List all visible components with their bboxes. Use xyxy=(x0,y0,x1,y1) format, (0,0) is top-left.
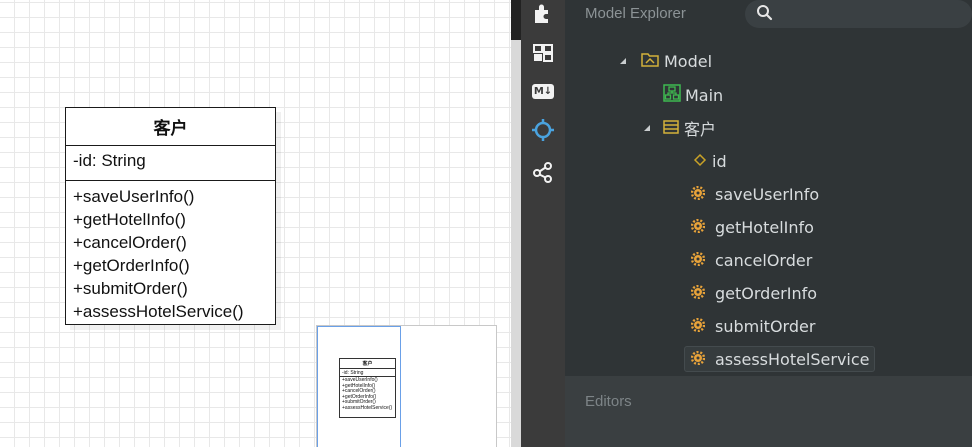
tree-node-operation[interactable]: submitOrder xyxy=(690,313,816,339)
minimap[interactable]: 客户 -id: String +saveUserInfo() +getHotel… xyxy=(316,325,497,447)
side-toolbar: M↓ xyxy=(521,0,565,447)
markdown-icon[interactable]: M↓ xyxy=(521,76,565,106)
tree-node-attribute[interactable]: id xyxy=(693,148,727,174)
share-icon[interactable] xyxy=(521,157,565,187)
layout-icon[interactable] xyxy=(521,38,565,68)
tree-node-model[interactable]: Model xyxy=(617,48,712,74)
operation-gear-icon xyxy=(690,284,706,303)
tree-node-operation[interactable]: cancelOrder xyxy=(690,247,813,273)
editors-title: Editors xyxy=(585,393,632,410)
tree-node-operation[interactable]: getHotelInfo xyxy=(690,214,814,240)
tree-node-operation-selected[interactable]: assessHotelService xyxy=(684,346,875,372)
chevron-down-icon[interactable] xyxy=(617,55,629,67)
model-package-icon xyxy=(641,51,659,71)
editors-panel[interactable]: Editors xyxy=(565,376,972,447)
tree-node-main[interactable]: Main xyxy=(663,82,723,108)
uml-operation[interactable]: +getOrderInfo() xyxy=(73,254,268,277)
uml-class-name[interactable]: 客户 xyxy=(66,108,275,146)
tree-node-label: getHotelInfo xyxy=(715,217,814,237)
tree-node-operation[interactable]: saveUserInfo xyxy=(690,181,820,207)
attribute-icon xyxy=(693,152,707,171)
operation-gear-icon xyxy=(690,251,706,270)
minimap-class-box: 客户 -id: String +saveUserInfo() +getHotel… xyxy=(339,358,396,418)
minimap-operations: +saveUserInfo() +getHotelInfo() +cancelO… xyxy=(340,377,395,413)
canvas-scrollbar[interactable] xyxy=(511,0,521,447)
chevron-down-icon[interactable] xyxy=(641,122,653,134)
tree-node-label: Model xyxy=(664,51,713,71)
model-tree[interactable]: Model Main 客户 id saveUserInfo getHotelIn… xyxy=(565,32,972,376)
search-input[interactable] xyxy=(745,0,972,28)
uml-operation[interactable]: +getHotelInfo() xyxy=(73,208,268,231)
uml-operation[interactable]: +saveUserInfo() xyxy=(73,185,268,208)
operation-gear-icon xyxy=(690,218,706,237)
tree-node-operation[interactable]: getOrderInfo xyxy=(690,280,818,306)
operation-gear-icon xyxy=(690,185,706,204)
minimap-operation: +assessHotelService() xyxy=(342,404,393,411)
class-diagram-icon xyxy=(663,84,681,106)
extensions-icon[interactable] xyxy=(521,0,565,28)
uml-operations-compartment[interactable]: +saveUserInfo() +getHotelInfo() +cancelO… xyxy=(66,181,275,327)
tree-node-label: cancelOrder xyxy=(715,250,813,270)
uml-operation[interactable]: +assessHotelService() xyxy=(73,300,268,323)
uml-class-box[interactable]: 客户 -id: String +saveUserInfo() +getHotel… xyxy=(65,107,276,325)
tree-node-label: 客户 xyxy=(684,120,717,139)
tree-node-label: saveUserInfo xyxy=(715,184,820,204)
tree-node-label: id xyxy=(712,151,727,171)
tree-node-class[interactable]: 客户 xyxy=(641,115,716,141)
uml-operation[interactable]: +submitOrder() xyxy=(73,277,268,300)
operation-gear-icon xyxy=(690,317,706,336)
tree-node-label: assessHotelService xyxy=(715,349,870,369)
tree-node-label: Main xyxy=(685,85,724,105)
uml-attributes-compartment[interactable]: -id: String xyxy=(66,146,275,181)
uml-attribute[interactable]: -id: String xyxy=(73,151,268,171)
search-icon xyxy=(756,4,774,27)
diagram-canvas[interactable]: 客户 -id: String +saveUserInfo() +getHotel… xyxy=(0,0,511,447)
minimap-attribute: -id: String xyxy=(340,369,395,377)
class-icon xyxy=(663,119,679,138)
sidebar: Model Explorer Model Main 客户 id saveUser… xyxy=(565,0,972,447)
minimap-class-name: 客户 xyxy=(340,359,395,369)
tree-node-label: getOrderInfo xyxy=(715,283,818,303)
tree-node-label: submitOrder xyxy=(715,316,816,336)
markdown-icon-label: M↓ xyxy=(533,85,553,97)
operation-gear-icon xyxy=(690,350,706,369)
target-icon[interactable] xyxy=(521,115,565,145)
uml-operation[interactable]: +cancelOrder() xyxy=(73,231,268,254)
scrollbar-cap xyxy=(511,0,521,40)
model-explorer-title: Model Explorer xyxy=(585,5,686,22)
